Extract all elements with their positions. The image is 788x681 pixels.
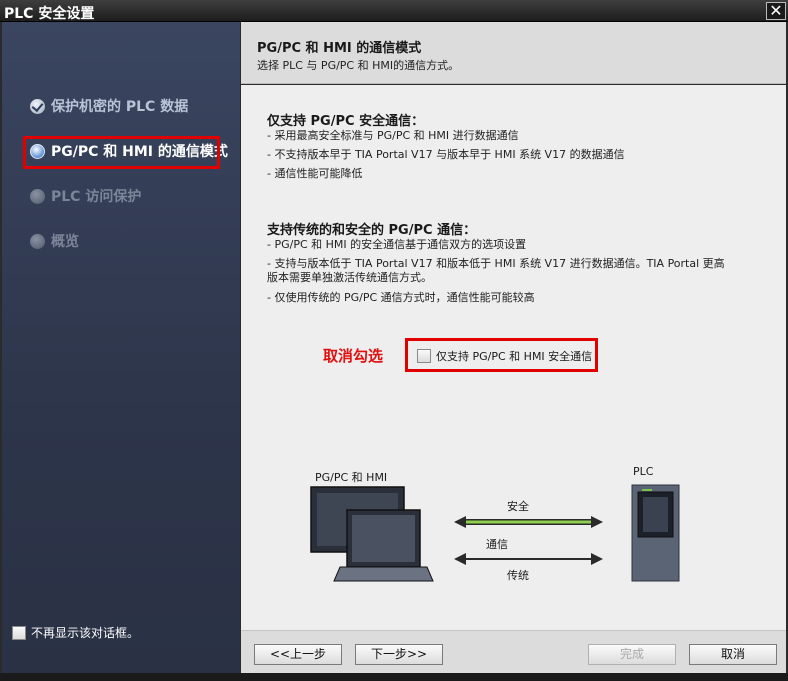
diagram-secure-label: 安全: [507, 500, 529, 513]
diagram-left-label: PG/PC 和 HMI: [315, 471, 388, 484]
plc-security-dialog: PLC 安全设置 ✕ 保护机密的 PLC 数据 PG/PC 和 HMI 的通信模…: [0, 0, 788, 681]
window-title: PLC 安全设置: [4, 6, 95, 22]
diagram-legacy-label: 传统: [507, 569, 529, 582]
section-secure-only-line: - 不支持版本早于 TIA Portal V17 与版本早于 HMI 系统 V1…: [267, 148, 625, 161]
legacy-comm-arrow: [454, 553, 603, 565]
section-secure-only-line: - 通信性能可能降低: [267, 167, 363, 180]
next-button[interactable]: 下一步>>: [355, 644, 443, 665]
close-button[interactable]: ✕: [766, 2, 786, 20]
diagram-right-label: PLC: [633, 465, 654, 478]
dont-show-label: 不再显示该对话框。: [31, 626, 140, 640]
annotation-uncheck: 取消勾选: [323, 347, 384, 365]
monitor-icon: [310, 486, 405, 553]
window-bottom-edge: [0, 673, 788, 681]
secure-comm-arrow: [454, 516, 603, 528]
nav-highlight-box: [23, 136, 220, 169]
section-secure-only-line: - 采用最高安全标准与 PG/PC 和 HMI 进行数据通信: [267, 129, 519, 142]
laptop-icon: [333, 509, 434, 582]
nav-item-label: PLC 访问保护: [51, 189, 142, 205]
section-legacy-title: 支持传统的和安全的 PG/PC 通信：: [267, 223, 477, 238]
nav-item-protect-plc-data[interactable]: 保护机密的 PLC 数据: [30, 94, 188, 118]
secure-only-checkbox[interactable]: [417, 349, 431, 363]
finish-button[interactable]: 完成: [588, 644, 676, 665]
section-legacy-line: 版本需要单独激活传统通信方式。: [267, 271, 432, 284]
pending-step-icon: [30, 188, 45, 204]
wizard-footer: <<上一步 下一步>> 完成 取消: [241, 630, 786, 673]
nav-item-label: 概览: [51, 234, 79, 250]
back-button[interactable]: <<上一步: [254, 644, 342, 665]
cancel-button[interactable]: 取消: [689, 644, 777, 665]
nav-item-overview[interactable]: 概览: [30, 229, 79, 253]
page-title: PG/PC 和 HMI 的通信模式: [257, 41, 422, 56]
section-legacy-line: - 仅使用传统的 PG/PC 通信方式时，通信性能可能较高: [267, 291, 535, 304]
secure-only-label: 仅支持 PG/PC 和 HMI 安全通信: [436, 350, 593, 363]
section-legacy-line: - 支持与版本低于 TIA Portal V17 和版本低于 HMI 系统 V1…: [267, 257, 725, 270]
dont-show-checkbox[interactable]: [12, 625, 26, 640]
section-secure-only-title: 仅支持 PG/PC 安全通信：: [267, 114, 425, 129]
plc-device-icon: [631, 484, 680, 582]
page-subtitle: 选择 PLC 与 PG/PC 和 HMI的通信方式。: [257, 59, 460, 72]
title-bar: PLC 安全设置 ✕: [0, 0, 788, 22]
pending-step-icon: [30, 233, 45, 249]
nav-item-label: 保护机密的 PLC 数据: [51, 99, 189, 115]
content-panel: 仅支持 PG/PC 安全通信： - 采用最高安全标准与 PG/PC 和 HMI …: [241, 85, 786, 630]
wizard-sidebar: 保护机密的 PLC 数据 PG/PC 和 HMI 的通信模式 PLC 访问保护 …: [2, 22, 240, 673]
dont-show-again-option[interactable]: 不再显示该对话框。: [12, 624, 139, 641]
nav-item-access-protection[interactable]: PLC 访问保护: [30, 184, 141, 208]
section-legacy-line: - PG/PC 和 HMI 的安全通信基于通信双方的选项设置: [267, 238, 527, 251]
page-header: PG/PC 和 HMI 的通信模式 选择 PLC 与 PG/PC 和 HMI的通…: [241, 22, 786, 84]
check-icon: [30, 98, 45, 114]
secure-only-option[interactable]: 仅支持 PG/PC 和 HMI 安全通信: [417, 348, 592, 364]
diagram-comm-label: 通信: [486, 538, 508, 551]
